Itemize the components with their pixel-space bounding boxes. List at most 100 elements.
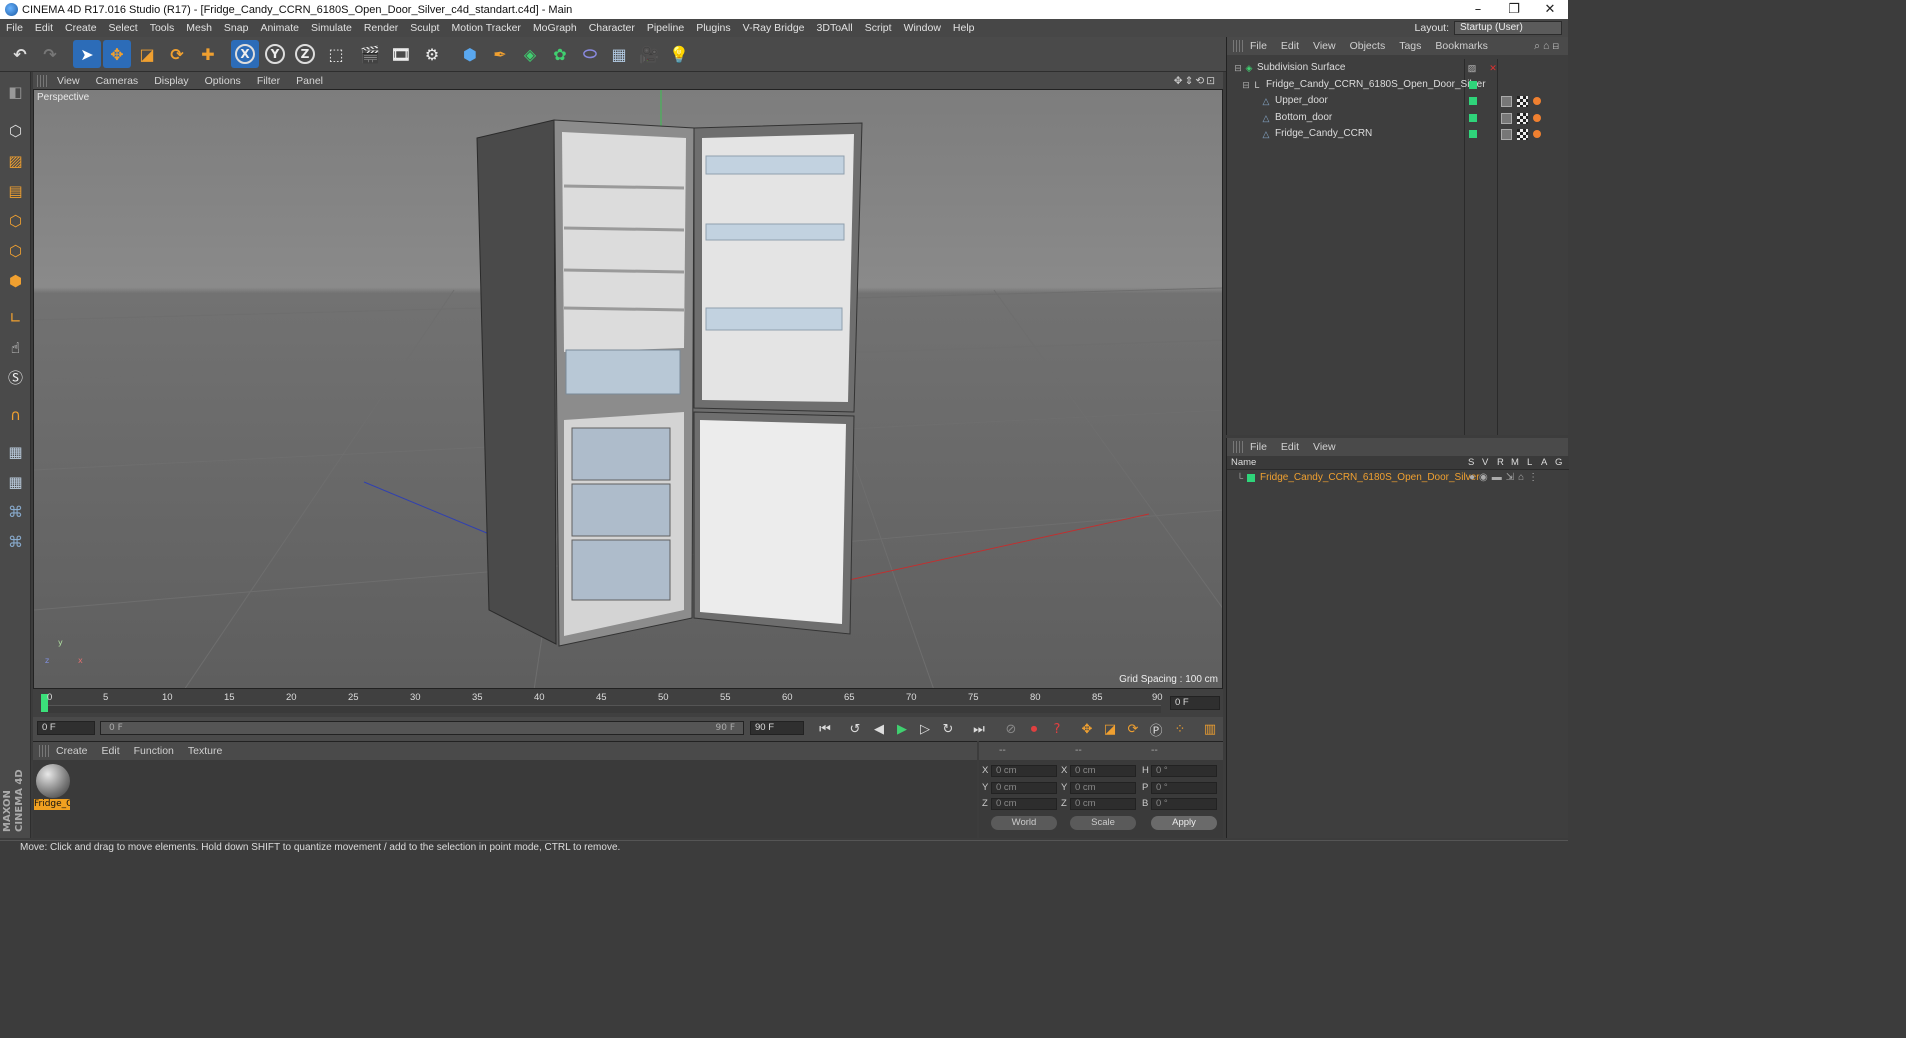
objects-menu-bookmarks[interactable]: Bookmarks <box>1428 40 1495 52</box>
go-to-end-icon[interactable]: ⏭ <box>969 719 989 739</box>
record-icon[interactable]: ⏺ <box>1024 719 1044 739</box>
play-icon[interactable]: ▶ <box>892 719 912 739</box>
menu-snap[interactable]: Snap <box>218 22 255 34</box>
layer-name[interactable]: Fridge_Candy_CCRN_6180S_Open_Door_Silver <box>1260 470 1480 486</box>
size-x-field[interactable]: 0 cm <box>1070 765 1136 777</box>
y-axis-icon[interactable]: Y <box>261 40 289 68</box>
object-row-subdivision[interactable]: ⊟ ◈ Subdivision Surface ▨ ✕ <box>1227 60 1569 76</box>
menu-sculpt[interactable]: Sculpt <box>404 22 445 34</box>
rotate-icon[interactable]: ⟳ <box>163 40 191 68</box>
subdivision-icon[interactable]: ◈ <box>516 40 544 68</box>
material-tag-icon[interactable] <box>1517 96 1528 107</box>
menu-pipeline[interactable]: Pipeline <box>641 22 690 34</box>
model-mode-icon[interactable]: ⬡ <box>2 117 29 144</box>
key-param-icon[interactable]: Ⓟ <box>1146 719 1166 739</box>
objects-menu-edit[interactable]: Edit <box>1274 40 1306 52</box>
current-frame-field[interactable]: 0 F <box>1170 696 1220 710</box>
key-rotation-icon[interactable]: ⟳ <box>1123 719 1143 739</box>
object-row-fridge-root[interactable]: ⊟ L Fridge_Candy_CCRN_6180S_Open_Door_Si… <box>1227 77 1569 93</box>
go-to-start-icon[interactable]: ⏮ <box>815 719 835 739</box>
coordinate-mode-dropdown[interactable]: World <box>991 816 1057 830</box>
previous-frame-icon[interactable]: ◀ <box>869 719 889 739</box>
apply-button[interactable]: Apply <box>1151 816 1217 830</box>
polygons-mode-icon[interactable]: ⬢ <box>2 267 29 294</box>
material-menu-function[interactable]: Function <box>127 745 181 757</box>
column-locked[interactable]: L <box>1527 456 1532 470</box>
layer-toggle-icons[interactable]: ●◉▬⇲⌂⋮ <box>1469 470 1542 486</box>
scale-icon[interactable]: ◪ <box>133 40 161 68</box>
move-icon[interactable]: ✥ <box>103 40 131 68</box>
menu-mograph[interactable]: MoGraph <box>527 22 583 34</box>
points-mode-icon[interactable]: ⬡ <box>2 207 29 234</box>
tweak-icon[interactable]: ☝ <box>2 334 29 361</box>
viewport-nav-icons[interactable]: ✥⇕⟲⊡ <box>1174 75 1223 87</box>
rotation-p-field[interactable]: 0 ° <box>1151 782 1217 794</box>
layout-dropdown[interactable]: Startup (User) <box>1454 21 1562 35</box>
menu-help[interactable]: Help <box>947 22 981 34</box>
object-name[interactable]: Fridge_Candy_CCRN_6180S_Open_Door_Silver <box>1266 77 1486 93</box>
size-y-field[interactable]: 0 cm <box>1070 782 1136 794</box>
perspective-viewport[interactable]: Perspective y x z Grid Spacing : 100 cm <box>33 89 1223 689</box>
viewport-menu-display[interactable]: Display <box>146 75 196 87</box>
menu-edit[interactable]: Edit <box>29 22 59 34</box>
axis-mode-icon[interactable]: ∟ <box>2 304 29 331</box>
object-row-fridge-body[interactable]: △ Fridge_Candy_CCRN <box>1227 126 1569 142</box>
python-icon[interactable]: ⌘ <box>2 498 29 525</box>
floor-icon[interactable]: ▦ <box>605 40 633 68</box>
render-settings-icon[interactable]: ⚙ <box>418 40 446 68</box>
material-menu-texture[interactable]: Texture <box>181 745 229 757</box>
key-scale-icon[interactable]: ◪ <box>1100 719 1120 739</box>
next-key-icon[interactable]: ↻ <box>938 719 958 739</box>
array-icon[interactable]: ✿ <box>546 40 574 68</box>
layer-color-swatch[interactable] <box>1247 474 1255 482</box>
material-menu-edit[interactable]: Edit <box>95 745 127 757</box>
next-frame-icon[interactable]: ▷ <box>915 719 935 739</box>
panel-grip-icon[interactable] <box>1233 441 1243 453</box>
selection-tag-icon[interactable] <box>1533 130 1541 138</box>
objects-menu-file[interactable]: File <box>1243 40 1274 52</box>
menu-motion-tracker[interactable]: Motion Tracker <box>445 22 526 34</box>
z-axis-icon[interactable]: Z <box>291 40 319 68</box>
layers-menu-view[interactable]: View <box>1306 441 1343 453</box>
visibility-dot[interactable] <box>1469 130 1477 138</box>
phong-tag-icon[interactable] <box>1501 96 1512 107</box>
transform-icon[interactable]: ✚ <box>194 40 222 68</box>
phong-tag-icon[interactable] <box>1501 113 1512 124</box>
menu-character[interactable]: Character <box>583 22 641 34</box>
viewport-menu-cameras[interactable]: Cameras <box>88 75 147 87</box>
record-off-icon[interactable]: ⊘ <box>1001 719 1021 739</box>
panel-grip-icon[interactable] <box>37 74 49 87</box>
panel-grip-icon[interactable] <box>39 745 49 757</box>
layer-row[interactable]: └ Fridge_Candy_CCRN_6180S_Open_Door_Silv… <box>1227 470 1569 486</box>
objects-menu-view[interactable]: View <box>1306 40 1343 52</box>
menu-render[interactable]: Render <box>358 22 404 34</box>
material-thumbnail[interactable] <box>36 764 70 798</box>
viewport-menu-options[interactable]: Options <box>197 75 249 87</box>
edges-mode-icon[interactable]: ⬡ <box>2 237 29 264</box>
python-script-icon[interactable]: ⌘ <box>2 528 29 555</box>
minimize-button[interactable]: – <box>1460 2 1496 17</box>
camera-icon[interactable]: 🎥 <box>635 40 663 68</box>
menu-plugins[interactable]: Plugins <box>690 22 736 34</box>
menu-animate[interactable]: Animate <box>254 22 305 34</box>
objects-menu-objects[interactable]: Objects <box>1343 40 1393 52</box>
column-visible[interactable]: V <box>1482 456 1488 470</box>
make-editable-icon[interactable]: ◧ <box>2 78 29 105</box>
redo-icon[interactable]: ↷ <box>36 40 64 68</box>
menu-file[interactable]: File <box>0 22 29 34</box>
timeline-window-icon[interactable]: ▥ <box>1200 719 1220 739</box>
viewport-menu-panel[interactable]: Panel <box>288 75 331 87</box>
viewport-menu-view[interactable]: View <box>49 75 88 87</box>
column-render[interactable]: R <box>1497 456 1504 470</box>
column-manager[interactable]: M <box>1511 456 1519 470</box>
end-frame-field[interactable]: 90 F <box>750 721 804 735</box>
light-icon[interactable]: 💡 <box>665 40 693 68</box>
column-solo[interactable]: S <box>1468 456 1474 470</box>
menu-3dtoall[interactable]: 3DToAll <box>811 22 859 34</box>
viewport-menu-filter[interactable]: Filter <box>249 75 288 87</box>
material-tag-icon[interactable] <box>1517 129 1528 140</box>
close-button[interactable]: ✕ <box>1532 2 1568 17</box>
objects-menu-tags[interactable]: Tags <box>1392 40 1428 52</box>
deformer-icon[interactable]: ⬭ <box>576 40 604 68</box>
menu-vray-bridge[interactable]: V-Ray Bridge <box>737 22 811 34</box>
